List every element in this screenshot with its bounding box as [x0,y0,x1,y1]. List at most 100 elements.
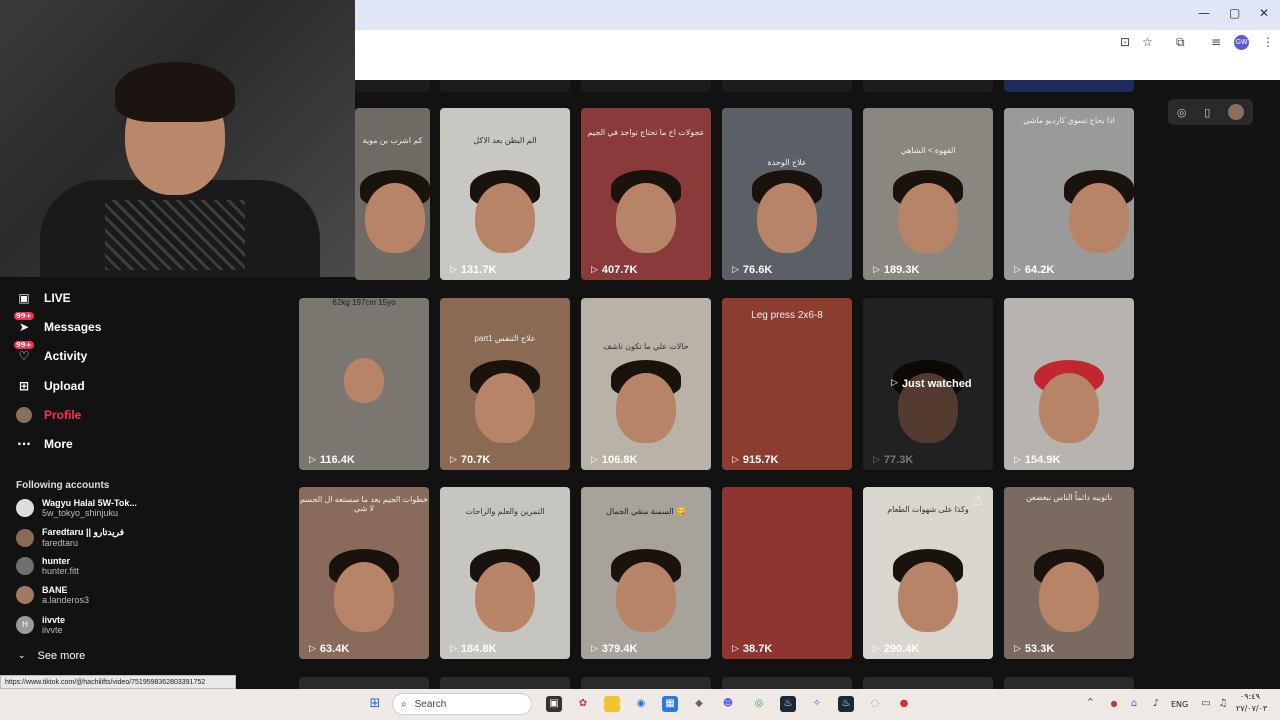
volume-icon[interactable]: ♫ [1215,696,1231,712]
streamer-hair [115,62,235,122]
store-icon[interactable]: ▦ [662,696,678,712]
windows-start-icon[interactable]: ⊞ [367,696,383,712]
activity-badge: 99+ [14,341,34,349]
sidebar-item-profile[interactable]: Profile [16,407,81,423]
device-switcher[interactable]: ◎ ▯ [1168,99,1253,125]
view-count: ▷ 76.6K [732,264,773,276]
video-tile-partial[interactable] [440,80,570,92]
edge-icon[interactable]: ◉ [633,696,649,712]
following-account[interactable]: Wagyu Halal 5W-Tok... 5w_tokyo_shinjuku [16,498,137,518]
person-face [344,358,384,403]
streamer-shirt-print [105,200,245,270]
language-indicator[interactable]: ENG [1171,700,1188,709]
minimize-icon[interactable]: — [1198,6,1210,20]
microphone-icon[interactable]: ♪ [1148,696,1164,712]
video-tile[interactable]: Leg press 2x6-8 ▷ 915.7K [722,298,852,470]
obs-icon[interactable]: ● [896,696,912,712]
video-tile[interactable]: الم البطن بعد الاكل ▷ 131.7K [440,108,570,280]
video-tile-partial[interactable] [1004,677,1134,689]
file-explorer-icon[interactable] [604,696,620,712]
person-face [1039,562,1099,632]
extensions-icon[interactable]: ⧉ [1176,35,1185,50]
chrome-icon[interactable]: ◎ [751,696,767,712]
video-tile[interactable]: القهوة > الشاهي ▷ 189.3K [863,108,993,280]
sidebar-item-label: More [44,437,73,451]
chevron-up-icon[interactable]: ^ [1087,697,1094,706]
video-tile[interactable]: السمنة منقي الجمال 😋 ▷ 379.4K [581,487,711,659]
sidebar-item-upload[interactable]: ⊞ Upload [16,378,85,394]
close-icon[interactable]: ✕ [1259,6,1269,20]
app-icon[interactable]: ◆ [691,696,707,712]
wifi-icon[interactable]: ⌂ [1126,696,1142,712]
sidebar-item-label: Activity [44,349,88,363]
video-tile[interactable]: part1 علاج التنفس ▷ 70.7K [440,298,570,470]
account-handle: a.landeros3 [42,595,90,605]
sidebar-item-messages[interactable]: ➤ 99+ Messages [14,312,101,335]
video-tile-partial[interactable] [722,80,852,92]
person-face [365,183,425,253]
compass-icon[interactable]: ◎ [1177,106,1187,119]
video-tile[interactable]: ناتوبيه دائماً الناس نبغضعن ▷ 53.3K [1004,487,1134,659]
browser-tab-bar [355,0,1280,30]
play-icon: ▷ [450,644,457,654]
clock-date[interactable]: ٢٧/٠٧/٠٣ [1236,704,1267,713]
video-caption: ناتوبيه دائماً الناس نبغضعن [1025,493,1113,502]
play-icon: ▷ [1014,455,1021,465]
video-tile-partial[interactable] [440,677,570,689]
video-tile-partial[interactable] [355,80,430,92]
video-tile[interactable]: حالات علي ما تكون تاشف ▷ 106.8K [581,298,711,470]
video-tile[interactable]: وكذا على شهوات الطعام ▷ 290.4K [863,487,993,659]
video-tile[interactable]: ▷ 38.7K [722,487,852,659]
clock-time[interactable]: ٠٩:٤٩ [1240,692,1260,701]
app-icon[interactable]: ✧ [809,696,825,712]
record-icon[interactable]: ● [1106,696,1122,712]
reading-list-icon[interactable]: ≡ [1211,35,1221,49]
video-tile-partial[interactable] [1004,80,1134,92]
account-name: hunter [42,556,70,566]
video-tile[interactable]: ▷ 154.9K [1004,298,1134,470]
network-icon[interactable]: ▭ [1198,696,1214,712]
video-tile[interactable]: كم اشرب بن موية [355,108,430,280]
following-account[interactable]: H iivvte iivvte [16,615,65,635]
account-name: Wagyu Halal 5W-Tok... [42,498,137,508]
install-app-icon[interactable]: ⊡ [1120,35,1130,49]
video-tile-partial[interactable] [722,677,852,689]
mobile-icon[interactable]: ▯ [1204,106,1210,119]
steam-icon[interactable]: ♨ [838,696,854,712]
discord-icon[interactable]: ☻ [720,696,736,712]
maximize-icon[interactable]: ▢ [1229,6,1240,20]
avatar[interactable] [1228,104,1245,120]
video-tile-partial[interactable] [863,677,993,689]
taskbar-search[interactable]: ⌕ Search [392,693,532,715]
browser-profile-avatar[interactable]: GW [1234,35,1249,50]
video-tile[interactable]: اذا بحاج تسوي كارديو ماشي ▷ 64.2K [1004,108,1134,280]
person-face [475,562,535,632]
bookmark-star-icon[interactable]: ☆ [1142,35,1153,49]
steam-icon[interactable]: ♨ [780,696,796,712]
following-account[interactable]: BANE a.landeros3 [16,585,89,605]
video-tile[interactable]: عجولات اخ ما تحتاج تواجد في الجيم ▷ 407.7… [581,108,711,280]
sidebar-item-live[interactable]: ▣ LIVE [16,290,70,306]
video-tile[interactable]: التمرين والعلم والراحات ▷ 184.8K [440,487,570,659]
sidebar-item-more[interactable]: ··· More [16,436,73,452]
see-more-button[interactable]: ⌄ See more [18,650,85,662]
video-tile-partial[interactable] [581,677,711,689]
video-caption: part1 علاج التنفس [474,334,536,343]
app-icon[interactable]: ◌ [867,696,883,712]
sidebar-item-activity[interactable]: ♡ 99+ Activity [14,341,88,364]
following-account[interactable]: Faredtaru || فريدتارو faredtaru [16,527,124,548]
play-icon: ▷ [591,455,598,465]
video-tile[interactable]: 62kg 197cm 15yo ▷ 116.4K [299,298,429,470]
play-icon: ▷ [732,455,739,465]
copilot-icon[interactable]: ✿ [575,696,591,712]
video-tile-partial[interactable] [299,677,429,689]
play-icon: ▷ [873,265,880,275]
video-tile-partial[interactable] [863,80,993,92]
browser-menu-icon[interactable]: ⋮ [1262,35,1274,49]
task-view-icon[interactable]: ▣ [546,696,562,712]
video-tile[interactable]: ▷ 77.3K ▷ Just watched [863,298,993,470]
video-tile-partial[interactable] [581,80,711,92]
video-tile[interactable]: خطوات الجيم بعد ما سستعه ال الجسم لا شي … [299,487,429,659]
following-account[interactable]: hunter hunter.fitt [16,556,79,576]
video-tile[interactable]: علاج الوحدة ▷ 76.6K [722,108,852,280]
